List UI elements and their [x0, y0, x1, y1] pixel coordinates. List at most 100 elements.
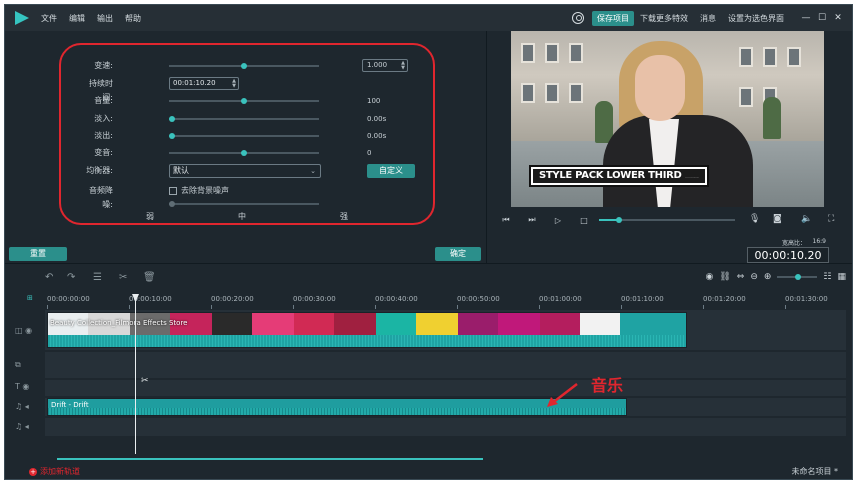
- progress-knob[interactable]: [616, 217, 623, 223]
- custom-equalizer-button[interactable]: 自定义: [367, 164, 415, 178]
- denoise-row: 音频降噪: 去除背景噪声: [5, 184, 486, 209]
- menu-file[interactable]: 文件: [41, 13, 57, 24]
- speed-ramp-icon[interactable]: ⛓: [719, 272, 730, 282]
- skip-forward-icon[interactable]: ⏭: [525, 215, 539, 225]
- volume-slider[interactable]: [169, 98, 319, 104]
- ruler-tick: 00:00:40:00: [375, 295, 418, 309]
- fade-in-row: 淡入: 0.00s: [5, 112, 486, 126]
- microphone-icon[interactable]: 🎙: [749, 214, 760, 224]
- track-list-icon[interactable]: ☷: [823, 272, 831, 282]
- reset-button[interactable]: 重置: [9, 247, 67, 261]
- pitch-slider-knob[interactable]: [241, 150, 247, 156]
- annotation-arrow-icon: [547, 383, 578, 407]
- video-preview[interactable]: STYLE PACK LOWER THIRD ...............: [511, 31, 824, 207]
- window: [569, 83, 583, 103]
- menu-help[interactable]: 帮助: [125, 13, 141, 24]
- spin-arrows-icon[interactable]: ▲ ▼: [232, 79, 236, 89]
- scissor-icon[interactable]: ✂: [141, 376, 149, 386]
- cut-icon[interactable]: ✂: [119, 272, 127, 283]
- volume-slider-knob[interactable]: [241, 98, 247, 104]
- speed-spinbox[interactable]: 1.000 ▲ ▼: [362, 59, 408, 72]
- video-clip-name: Beauty Collection_Filmora Effects Store: [50, 319, 188, 327]
- window: [763, 47, 777, 67]
- volume-value: 100: [367, 97, 381, 105]
- minimize-icon[interactable]: —: [800, 13, 812, 23]
- window: [739, 47, 753, 67]
- speed-slider-knob[interactable]: [241, 63, 247, 69]
- volume-icon[interactable]: 🔈: [801, 214, 812, 224]
- playhead[interactable]: [135, 294, 136, 454]
- pitch-slider[interactable]: [169, 150, 319, 156]
- playback-progress-bar[interactable]: [599, 217, 735, 223]
- audio-track-2[interactable]: [45, 418, 846, 436]
- speed-slider[interactable]: [169, 63, 319, 69]
- ruler-tick: 00:01:00:00: [539, 295, 582, 309]
- duration-row: 持续时间: 00:01:10.20 ▲ ▼: [5, 77, 486, 102]
- fade-in-slider-knob[interactable]: [169, 116, 175, 122]
- denoise-level-row: [5, 197, 486, 211]
- audio-settings-panel: 变速: 1.000 ▲ ▼ 持续时间: 00:01:10.20 ▲ ▼ 音量: 100 …: [5, 31, 486, 263]
- menu-bar: 文件 编辑 输出 帮助: [41, 13, 153, 24]
- download-effects-link[interactable]: 下载更多特效: [640, 13, 688, 24]
- ok-button[interactable]: 确定: [435, 247, 481, 261]
- lower-third-subtext: ...............: [685, 175, 700, 179]
- tree: [763, 97, 781, 139]
- fade-out-value: 0.00s: [367, 132, 387, 140]
- thumbnail: [294, 313, 334, 335]
- adjust-icon[interactable]: ☰: [93, 272, 102, 283]
- menu-edit[interactable]: 编辑: [69, 13, 85, 24]
- timeline-toolbar: ↶ ↷ ☰ ✂ 🗑 ◉ ⛓ ⇔ ⊖ ⊕ ☷ ▦: [5, 264, 852, 292]
- snap-icon[interactable]: ⊞: [27, 294, 35, 304]
- text-track[interactable]: [45, 380, 846, 396]
- ruler-tick: 00:01:30:00: [785, 295, 828, 309]
- fade-out-slider-knob[interactable]: [169, 133, 175, 139]
- add-track-button[interactable]: + 添加新轨道: [29, 466, 80, 477]
- maximize-icon[interactable]: ☐: [816, 13, 828, 23]
- undo-icon[interactable]: ↶: [45, 272, 53, 283]
- remove-noise-label: 去除背景噪声: [181, 186, 229, 195]
- save-project-button[interactable]: 保存项目: [592, 10, 634, 26]
- duration-input[interactable]: 00:01:10.20 ▲ ▼: [169, 77, 239, 90]
- chevron-down-icon: ⌄: [310, 167, 316, 175]
- denoise-slider-knob[interactable]: [169, 201, 175, 207]
- zoom-out-icon[interactable]: ⊖: [750, 272, 758, 282]
- zoom-slider[interactable]: [777, 274, 818, 280]
- thumbnail: [498, 313, 540, 335]
- zoom-knob[interactable]: [795, 274, 802, 280]
- aspect-ratio-value[interactable]: 16:9: [813, 238, 826, 245]
- audio-clip[interactable]: Drift - Drift: [47, 398, 627, 416]
- thumbnail: [334, 313, 376, 335]
- messages-link[interactable]: 消息: [700, 13, 716, 24]
- grid-icon[interactable]: ▦: [837, 272, 846, 282]
- user-icon[interactable]: [572, 12, 584, 24]
- fullscreen-icon[interactable]: ⛶: [828, 214, 834, 224]
- speed-label: 变速:: [94, 61, 113, 70]
- stop-icon[interactable]: □: [577, 216, 591, 225]
- video-clip[interactable]: Beauty Collection_Filmora Effects Store: [47, 312, 687, 348]
- remove-noise-checkbox[interactable]: [169, 187, 177, 195]
- overlay-track[interactable]: [45, 352, 846, 378]
- menu-export[interactable]: 输出: [97, 13, 113, 24]
- equalizer-select[interactable]: 默认 ⌄: [169, 164, 321, 178]
- denoise-level-slider[interactable]: [169, 201, 319, 207]
- fade-in-slider[interactable]: [169, 116, 319, 122]
- preview-panel: STYLE PACK LOWER THIRD ............... ⏮…: [486, 31, 852, 263]
- fade-out-slider[interactable]: [169, 133, 319, 139]
- close-icon[interactable]: ✕: [832, 13, 844, 23]
- video-track-icon: ◫ ◉: [15, 326, 33, 335]
- set-home-link[interactable]: 设置为选色界面: [728, 13, 784, 24]
- pitch-value: 0: [367, 149, 372, 157]
- fit-timeline-icon[interactable]: ⇔: [737, 272, 745, 282]
- spin-arrows-icon[interactable]: ▲ ▼: [401, 61, 405, 71]
- skip-back-icon[interactable]: ⏮: [499, 215, 513, 225]
- timeline-toolbar-right: ◉ ⛓ ⇔ ⊖ ⊕ ☷ ▦: [699, 272, 846, 282]
- playback-controls: ⏮ ⏭ ▷ □ 🎙 ◙ 🔈 ⛶: [487, 211, 852, 229]
- render-icon[interactable]: ◉: [705, 272, 713, 282]
- play-icon[interactable]: ▷: [551, 216, 565, 225]
- delete-icon[interactable]: 🗑: [143, 272, 156, 283]
- timeline-scrollbar[interactable]: [57, 458, 483, 460]
- zoom-in-icon[interactable]: ⊕: [764, 272, 772, 282]
- add-track-label: 添加新轨道: [40, 467, 80, 476]
- camera-icon[interactable]: ◙: [773, 214, 782, 224]
- redo-icon[interactable]: ↷: [67, 272, 75, 283]
